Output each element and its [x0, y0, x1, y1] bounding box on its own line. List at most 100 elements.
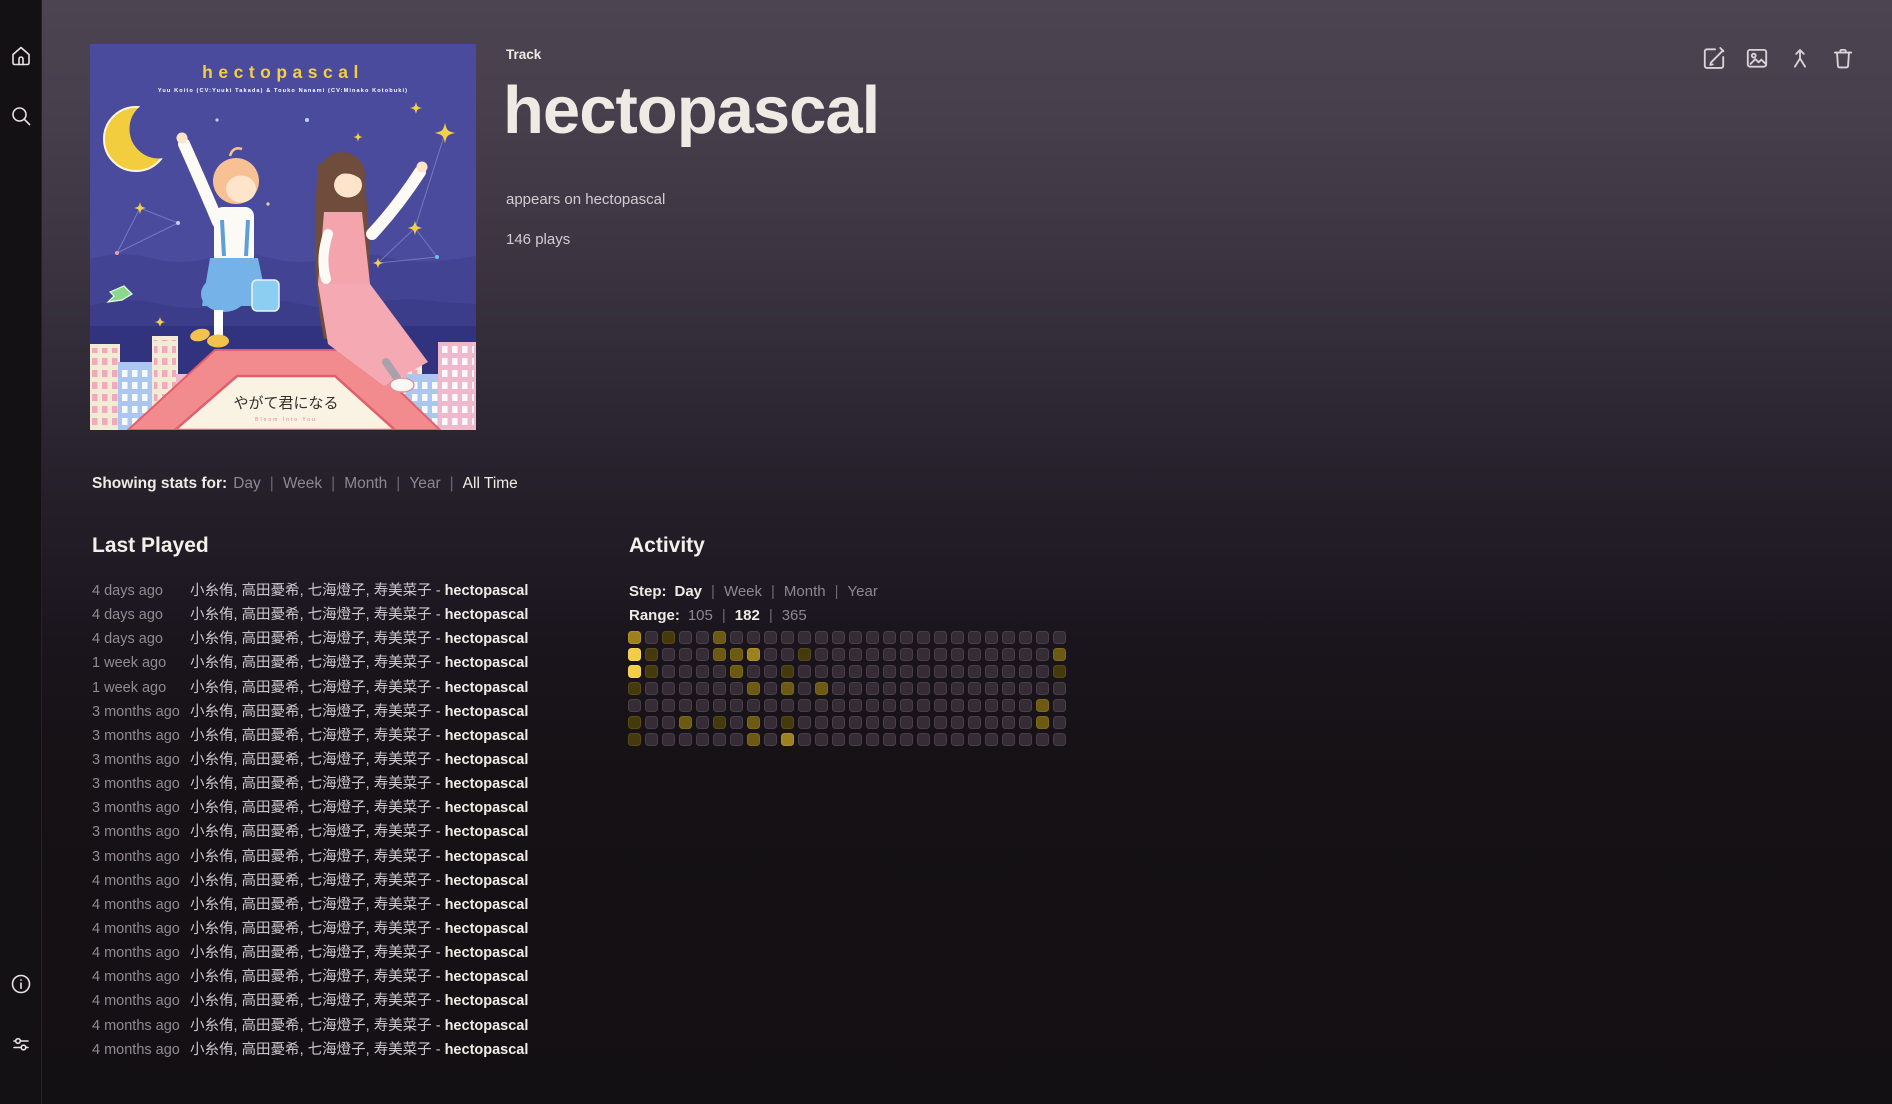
- artist-link[interactable]: 小糸侑: [190, 921, 234, 937]
- heatmap-cell[interactable]: [1036, 699, 1049, 712]
- heatmap-cell[interactable]: [917, 716, 930, 729]
- artist-link[interactable]: 寿美菜子: [374, 1042, 432, 1058]
- track-link[interactable]: hectopascal: [445, 1018, 529, 1034]
- heatmap-cell[interactable]: [747, 648, 760, 661]
- track-link[interactable]: hectopascal: [445, 704, 529, 720]
- artist-link[interactable]: 七海燈子: [308, 655, 366, 671]
- artist-link[interactable]: 寿美菜子: [374, 1018, 432, 1034]
- heatmap-cell[interactable]: [1036, 733, 1049, 746]
- artist-link[interactable]: 高田憂希: [242, 849, 300, 865]
- artist-link[interactable]: 七海燈子: [308, 752, 366, 768]
- heatmap-cell[interactable]: [883, 682, 896, 695]
- heatmap-cell[interactable]: [968, 648, 981, 661]
- heatmap-cell[interactable]: [747, 716, 760, 729]
- heatmap-cell[interactable]: [900, 733, 913, 746]
- artist-link[interactable]: 寿美菜子: [374, 921, 432, 937]
- heatmap-cell[interactable]: [849, 648, 862, 661]
- heatmap-cell[interactable]: [815, 682, 828, 695]
- heatmap-cell[interactable]: [730, 665, 743, 678]
- artist-link[interactable]: 寿美菜子: [374, 897, 432, 913]
- artist-link[interactable]: 寿美菜子: [374, 728, 432, 744]
- artist-link[interactable]: 寿美菜子: [374, 704, 432, 720]
- artist-link[interactable]: 七海燈子: [308, 607, 366, 623]
- heatmap-cell[interactable]: [934, 682, 947, 695]
- edit-icon[interactable]: [1701, 45, 1727, 71]
- heatmap-cell[interactable]: [917, 682, 930, 695]
- heatmap-cell[interactable]: [985, 631, 998, 644]
- heatmap-cell[interactable]: [798, 699, 811, 712]
- stats-option-month[interactable]: Month: [344, 475, 387, 492]
- heatmap-cell[interactable]: [849, 631, 862, 644]
- heatmap-cell[interactable]: [798, 648, 811, 661]
- track-link[interactable]: hectopascal: [445, 631, 529, 647]
- heatmap-cell[interactable]: [679, 665, 692, 678]
- artist-link[interactable]: 小糸侑: [190, 752, 234, 768]
- track-link[interactable]: hectopascal: [445, 993, 529, 1009]
- artist-link[interactable]: 七海燈子: [308, 945, 366, 961]
- heatmap-cell[interactable]: [917, 699, 930, 712]
- heatmap-cell[interactable]: [1053, 699, 1066, 712]
- heatmap-cell[interactable]: [628, 648, 641, 661]
- heatmap-cell[interactable]: [866, 665, 879, 678]
- artist-link[interactable]: 高田憂希: [242, 631, 300, 647]
- artist-link[interactable]: 七海燈子: [308, 897, 366, 913]
- heatmap-cell[interactable]: [781, 733, 794, 746]
- heatmap-cell[interactable]: [951, 699, 964, 712]
- artist-link[interactable]: 七海燈子: [308, 1042, 366, 1058]
- artist-link[interactable]: 小糸侑: [190, 1018, 234, 1034]
- heatmap-cell[interactable]: [645, 665, 658, 678]
- heatmap-cell[interactable]: [1036, 665, 1049, 678]
- heatmap-cell[interactable]: [815, 665, 828, 678]
- home-icon[interactable]: [9, 44, 33, 68]
- heatmap-cell[interactable]: [679, 733, 692, 746]
- heatmap-cell[interactable]: [747, 665, 760, 678]
- heatmap-cell[interactable]: [1002, 631, 1015, 644]
- heatmap-cell[interactable]: [1036, 682, 1049, 695]
- artist-link[interactable]: 高田憂希: [242, 824, 300, 840]
- artist-link[interactable]: 七海燈子: [308, 728, 366, 744]
- artist-link[interactable]: 高田憂希: [242, 969, 300, 985]
- heatmap-cell[interactable]: [934, 665, 947, 678]
- merge-icon[interactable]: [1787, 45, 1813, 71]
- artist-link[interactable]: 七海燈子: [308, 873, 366, 889]
- heatmap-cell[interactable]: [628, 631, 641, 644]
- heatmap-cell[interactable]: [951, 682, 964, 695]
- heatmap-cell[interactable]: [883, 631, 896, 644]
- heatmap-cell[interactable]: [730, 682, 743, 695]
- artist-link[interactable]: 小糸侑: [190, 873, 234, 889]
- heatmap-cell[interactable]: [900, 665, 913, 678]
- artist-link[interactable]: 小糸侑: [190, 993, 234, 1009]
- artist-link[interactable]: 高田憂希: [242, 873, 300, 889]
- heatmap-cell[interactable]: [883, 699, 896, 712]
- artist-link[interactable]: 寿美菜子: [374, 993, 432, 1009]
- artist-link[interactable]: 七海燈子: [308, 921, 366, 937]
- heatmap-cell[interactable]: [985, 665, 998, 678]
- artist-link[interactable]: 小糸侑: [190, 849, 234, 865]
- heatmap-cell[interactable]: [1036, 631, 1049, 644]
- heatmap-cell[interactable]: [781, 682, 794, 695]
- artist-link[interactable]: 高田憂希: [242, 776, 300, 792]
- heatmap-cell[interactable]: [662, 716, 675, 729]
- heatmap-cell[interactable]: [900, 699, 913, 712]
- stats-option-day[interactable]: Day: [233, 475, 261, 492]
- heatmap-cell[interactable]: [628, 665, 641, 678]
- heatmap-cell[interactable]: [951, 716, 964, 729]
- heatmap-cell[interactable]: [781, 699, 794, 712]
- heatmap-cell[interactable]: [900, 648, 913, 661]
- heatmap-cell[interactable]: [968, 699, 981, 712]
- artist-link[interactable]: 小糸侑: [190, 897, 234, 913]
- heatmap-cell[interactable]: [832, 733, 845, 746]
- heatmap-cell[interactable]: [696, 733, 709, 746]
- heatmap-cell[interactable]: [645, 699, 658, 712]
- heatmap-cell[interactable]: [662, 699, 675, 712]
- heatmap-cell[interactable]: [968, 631, 981, 644]
- track-link[interactable]: hectopascal: [445, 849, 529, 865]
- heatmap-cell[interactable]: [917, 631, 930, 644]
- artist-link[interactable]: 小糸侑: [190, 800, 234, 816]
- track-link[interactable]: hectopascal: [445, 607, 529, 623]
- heatmap-cell[interactable]: [764, 665, 777, 678]
- range-option-182[interactable]: 182: [735, 607, 760, 624]
- artist-link[interactable]: 高田憂希: [242, 655, 300, 671]
- heatmap-cell[interactable]: [1053, 682, 1066, 695]
- heatmap-cell[interactable]: [713, 682, 726, 695]
